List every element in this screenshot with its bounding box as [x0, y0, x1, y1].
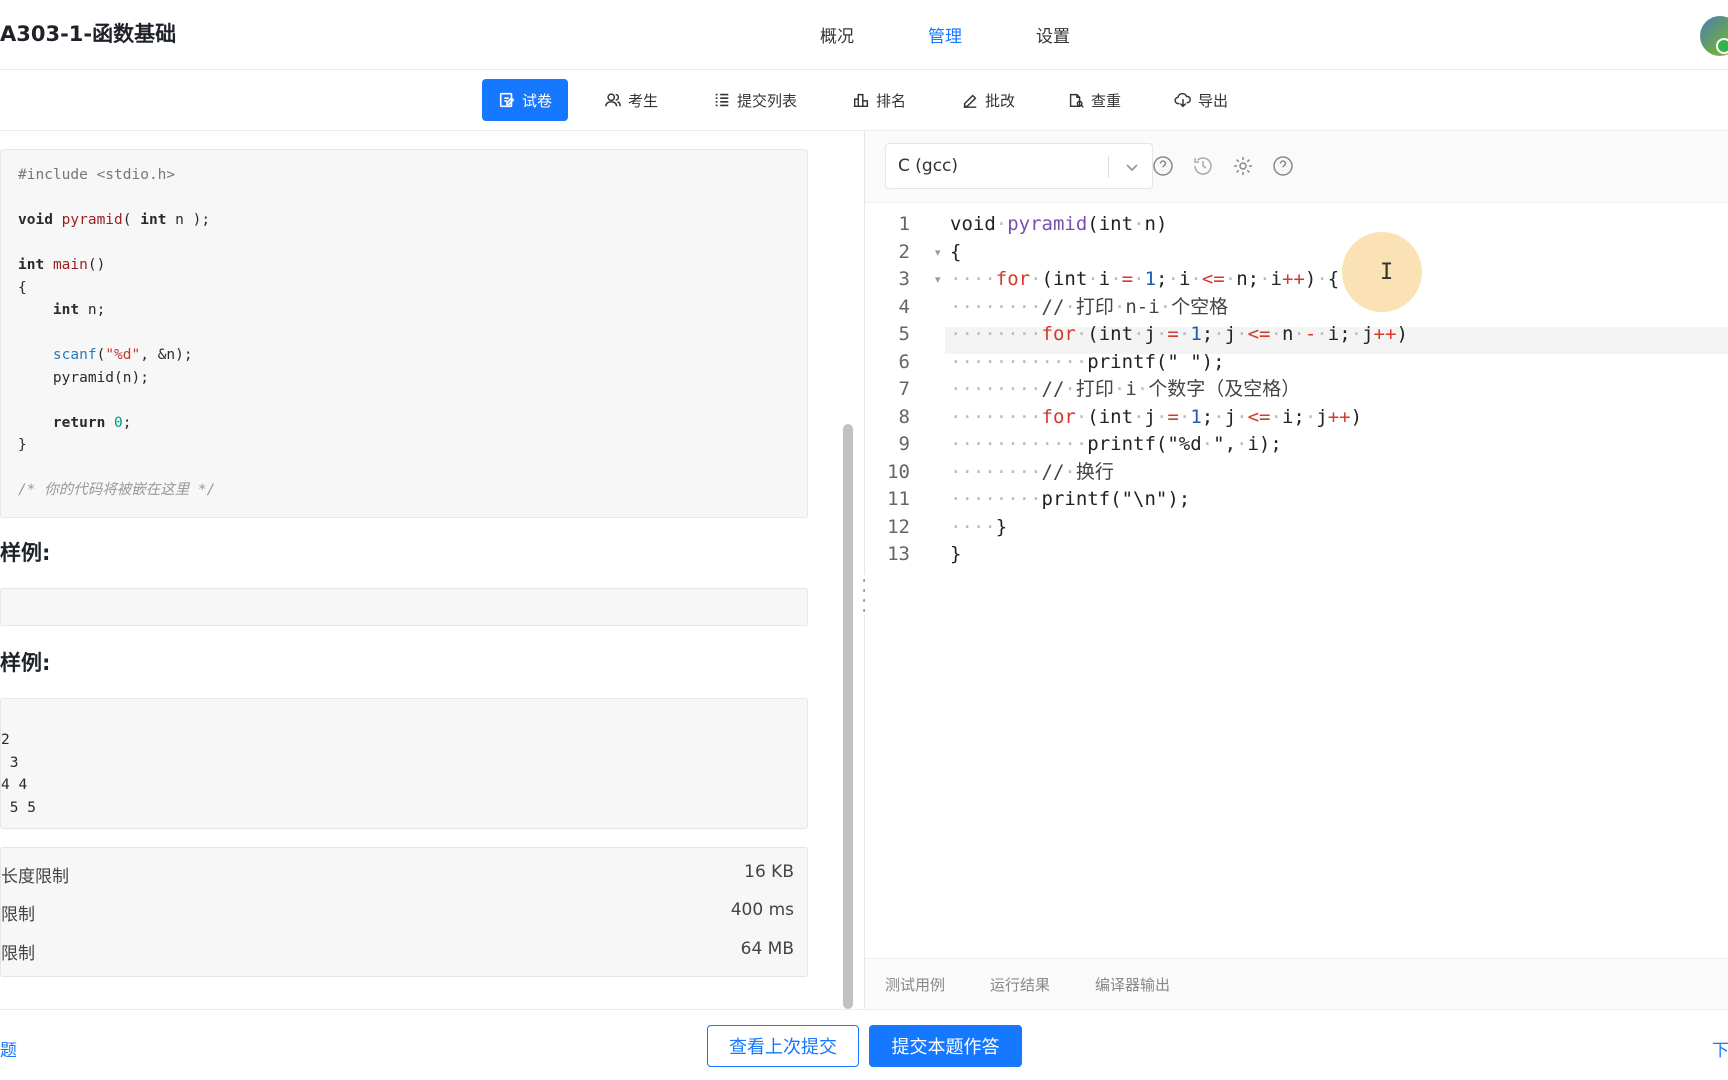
problem-scrollbar[interactable]	[843, 424, 853, 1009]
reference-code-block: #include <stdio.h> void pyramid( int n )…	[0, 149, 808, 518]
tab-submission-list-label: 提交列表	[737, 91, 798, 110]
pen-icon	[963, 94, 977, 108]
next-problem-link[interactable]: 下	[1712, 1036, 1728, 1061]
tab-run-result[interactable]: 运行结果	[990, 974, 1050, 995]
gear-icon[interactable]	[1232, 155, 1254, 177]
limits-box: 长度限制 16 KB 限制 400 ms 限制 64 MB	[0, 847, 808, 977]
limit-label: 限制	[1, 905, 35, 925]
code-editor[interactable]: 1 2 3 4 5 6 7 8 9 10 11 12 13 ▾ ▾ void·pyramid(int·n…	[865, 203, 1728, 958]
view-last-submission-button[interactable]: 查看上次提交	[707, 1025, 859, 1067]
tab-submission-list[interactable]: 提交列表	[697, 79, 813, 121]
sample-output-box: 2 3 4 4 5 5	[0, 698, 808, 829]
limit-row-memory: 限制 64 MB	[1, 933, 809, 969]
reference-code-text: #include <stdio.h> void pyramid( int n )…	[18, 167, 216, 498]
sample-output-line: 3	[1, 754, 19, 771]
text-cursor-icon: I	[1380, 260, 1394, 285]
sample-output-heading: 样例:	[0, 651, 51, 675]
top-bar: A303-1-函数基础 概况 管理 设置	[0, 0, 1728, 70]
online-badge-icon	[1716, 38, 1728, 54]
tab-exam-paper-label: 试卷	[522, 91, 553, 110]
fold-arrow-icon[interactable]: ▾	[935, 246, 941, 259]
limit-value: 16 KB	[744, 862, 794, 882]
limit-label: 限制	[1, 944, 35, 964]
sample-input-heading: 样例:	[0, 541, 51, 565]
language-select[interactable]: C (gcc)	[885, 143, 1153, 189]
tab-ranking[interactable]: 排名	[836, 79, 922, 121]
tab-compiler-output[interactable]: 编译器输出	[1095, 974, 1170, 995]
tab-export-label: 导出	[1198, 91, 1229, 110]
line-number-gutter: 1 2 3 4 5 6 7 8 9 10 11 12 13	[887, 213, 910, 565]
fold-arrow-icon[interactable]: ▾	[935, 273, 941, 286]
select-separator	[1108, 156, 1109, 178]
tab-grading-label: 批改	[985, 91, 1016, 110]
limit-row-time: 限制 400 ms	[1, 894, 809, 930]
limit-value: 64 MB	[740, 939, 794, 959]
exam-toolbar: 试卷 考生 提交列表 排名 批改 查重 导出	[0, 70, 1728, 131]
editor-pane: C (gcc) 1 2 3 4 5 6 7 8 9 10 11 12 13 ▾ ▾ void·pyram…	[865, 131, 1728, 1009]
tab-test-cases[interactable]: 测试用例	[885, 974, 945, 995]
history-icon[interactable]	[1192, 155, 1214, 177]
page-title: A303-1-函数基础	[0, 22, 177, 46]
tab-plagiarism-check[interactable]: 查重	[1051, 79, 1137, 121]
nav-manage[interactable]: 管理	[928, 22, 962, 47]
chevron-down-icon	[1126, 164, 1138, 172]
result-tabs: 测试用例 运行结果 编译器输出	[865, 958, 1728, 1009]
nav-settings[interactable]: 设置	[1036, 22, 1070, 47]
list-icon	[715, 93, 729, 107]
help-icon[interactable]	[1152, 155, 1174, 177]
nav-overview[interactable]: 概况	[820, 22, 854, 47]
cloud-download-icon	[1174, 92, 1191, 108]
submit-answer-button[interactable]: 提交本题作答	[869, 1025, 1022, 1067]
tab-grading[interactable]: 批改	[945, 79, 1031, 121]
limit-row-code-size: 长度限制 16 KB	[1, 856, 809, 892]
tab-plagiarism-check-label: 查重	[1091, 91, 1122, 110]
limit-value: 400 ms	[730, 900, 794, 920]
bar-chart-icon	[853, 93, 869, 108]
code-editor-text: void·pyramid(int·n) { ····for·(int·i·=·1…	[950, 213, 1408, 565]
question-icon[interactable]	[1272, 155, 1294, 177]
problem-pane: #include <stdio.h> void pyramid( int n )…	[0, 131, 864, 1009]
sample-output-line: 2	[1, 732, 10, 748]
tab-exam-paper[interactable]: 试卷	[482, 79, 569, 121]
sample-input-box	[0, 588, 808, 626]
editor-header: C (gcc)	[865, 131, 1728, 203]
users-icon	[605, 93, 621, 107]
previous-problem-link[interactable]: 题	[0, 1036, 17, 1061]
tab-examinees-label: 考生	[628, 91, 659, 110]
tab-examinees[interactable]: 考生	[588, 79, 674, 121]
tab-export[interactable]: 导出	[1158, 79, 1244, 121]
tab-ranking-label: 排名	[876, 91, 907, 110]
sample-output-line: 4 4	[1, 777, 28, 793]
sample-output-line: 5 5	[1, 799, 36, 816]
sample-output-text: 2 3 4 4 5 5	[1, 729, 36, 819]
footer-bar: 题 查看上次提交 提交本题作答 下	[0, 1009, 1728, 1080]
language-select-value: C (gcc)	[898, 156, 959, 176]
check-duplicate-icon	[1069, 93, 1084, 108]
edit-icon	[499, 92, 515, 108]
limit-label: 长度限制	[1, 867, 69, 887]
